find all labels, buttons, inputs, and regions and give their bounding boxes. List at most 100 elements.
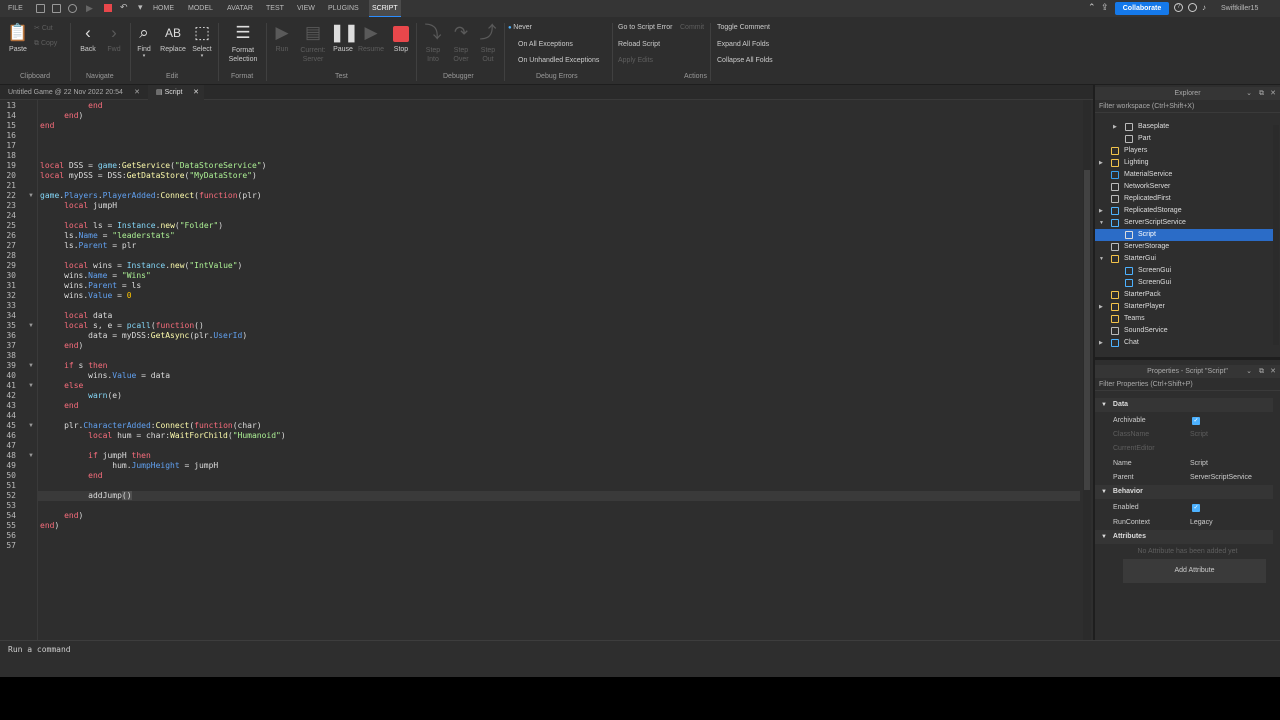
reload-script-button[interactable]: Reload Script — [618, 41, 660, 48]
explorer-item[interactable]: SoundService — [1095, 325, 1273, 337]
undo-arrow-icon[interactable]: ↶ — [120, 2, 128, 13]
expand-up-icon[interactable]: ⌃ — [1088, 2, 1096, 13]
close-icon[interactable]: ✕ — [1270, 365, 1276, 378]
explorer-item[interactable]: ▼ StarterGui — [1095, 253, 1273, 265]
prop-run-context[interactable]: RunContext Legacy — [1095, 516, 1273, 530]
run-button[interactable]: ▶ Run — [270, 23, 294, 53]
prop-parent[interactable]: Parent ServerScriptService — [1095, 471, 1273, 485]
command-input[interactable] — [8, 641, 1208, 658]
fold-arrow-icon[interactable]: ▼ — [28, 321, 34, 331]
properties-filter-input[interactable]: Filter Properties (Ctrl+Shift+P) — [1095, 379, 1280, 391]
apply-edits-button[interactable]: Apply Edits — [618, 57, 653, 64]
tab-untitled-game[interactable]: Untitled Game @ 22 Nov 2022 20:54 ✕ — [0, 85, 146, 100]
expand-arrow-icon[interactable]: ▶ — [1099, 205, 1103, 217]
commit-button[interactable]: Commit — [680, 24, 704, 31]
undo-icon[interactable] — [68, 4, 77, 13]
copy-button[interactable]: ⧉ Copy — [34, 40, 57, 48]
chevron-down-icon[interactable]: ⌄ — [1246, 87, 1252, 100]
notification-bell-icon[interactable]: ♪ — [1202, 3, 1206, 12]
forward-button[interactable]: › Fwd — [102, 23, 126, 53]
tab-script[interactable]: SCRIPT — [369, 0, 401, 17]
current-server-button[interactable]: ▤ Current: Server — [296, 23, 330, 64]
tab-home[interactable]: HOME — [153, 0, 174, 17]
user-icon[interactable] — [1188, 3, 1197, 12]
tab-script[interactable]: ▤ Script ✕ — [148, 85, 204, 100]
on-unhandled-exceptions-option[interactable]: On Unhandled Exceptions — [518, 57, 599, 64]
explorer-item[interactable]: ▶ Baseplate — [1095, 121, 1273, 133]
share-icon[interactable]: ⇪ — [1101, 2, 1109, 13]
expand-arrow-icon[interactable]: ▶ — [1099, 301, 1103, 313]
format-selection-button[interactable]: ☰ Format Selection — [222, 23, 264, 64]
collapse-arrow-icon[interactable]: ▼ — [1099, 253, 1104, 265]
tab-test[interactable]: TEST — [266, 0, 284, 17]
explorer-item[interactable]: ▶ Chat — [1095, 337, 1273, 349]
expand-arrow-icon[interactable]: ▶ — [1099, 157, 1103, 169]
publish-icon[interactable] — [52, 4, 61, 13]
fold-arrow-icon[interactable]: ▼ — [28, 451, 34, 461]
explorer-item[interactable]: Script — [1095, 229, 1273, 241]
play-icon[interactable]: ▶ — [86, 3, 93, 14]
collapse-all-folds-button[interactable]: Collapse All Folds — [717, 57, 773, 64]
on-all-exceptions-option[interactable]: On All Exceptions — [518, 41, 573, 48]
checkbox-checked-icon[interactable]: ✓ — [1192, 417, 1200, 425]
step-into-button[interactable]: ⤵ Step Into — [420, 23, 446, 64]
username[interactable]: Swiftkiller15 — [1221, 0, 1258, 17]
fold-arrow-icon[interactable]: ▼ — [28, 191, 34, 201]
resume-button[interactable]: ▶ Resume — [356, 23, 386, 53]
cut-button[interactable]: ✂ Cut — [34, 24, 53, 32]
category-behavior[interactable]: ▼ Behavior — [1095, 485, 1273, 499]
prop-name[interactable]: Name Script — [1095, 457, 1273, 471]
fold-arrow-icon[interactable]: ▼ — [28, 421, 34, 431]
go-to-script-error-button[interactable]: Go to Script Error — [618, 24, 672, 31]
explorer-item[interactable]: ScreenGui — [1095, 265, 1273, 277]
tab-model[interactable]: MODEL — [188, 0, 213, 17]
expand-arrow-icon[interactable]: ▶ — [1099, 337, 1103, 349]
explorer-item[interactable]: ServerStorage — [1095, 241, 1273, 253]
editor-scrollbar[interactable] — [1083, 100, 1091, 640]
explorer-item[interactable]: ▶ Lighting — [1095, 157, 1273, 169]
step-over-button[interactable]: ↷ Step Over — [448, 23, 474, 64]
explorer-item[interactable]: NetworkServer — [1095, 181, 1273, 193]
help-icon[interactable]: ? — [1174, 3, 1183, 12]
explorer-item[interactable]: ▶ ReplicatedStorage — [1095, 205, 1273, 217]
explorer-item[interactable]: Players — [1095, 145, 1273, 157]
tab-plugins[interactable]: PLUGINS — [328, 0, 359, 17]
collaborate-button[interactable]: Collaborate — [1115, 2, 1169, 15]
stop-icon[interactable] — [104, 4, 112, 12]
tab-view[interactable]: VIEW — [297, 0, 315, 17]
collapse-arrow-icon[interactable]: ▼ — [1099, 217, 1104, 229]
undock-icon[interactable]: ⧉ — [1259, 365, 1264, 378]
pause-button[interactable]: ❚❚ Pause — [330, 23, 359, 53]
close-icon[interactable]: ✕ — [193, 85, 199, 100]
back-button[interactable]: ‹ Back — [76, 23, 100, 53]
explorer-filter-input[interactable]: Filter workspace (Ctrl+Shift+X) — [1095, 101, 1280, 113]
find-button[interactable]: ⌕ Find ▾ — [133, 23, 155, 59]
explorer-item[interactable]: ReplicatedFirst — [1095, 193, 1273, 205]
explorer-scrollbar[interactable] — [1273, 125, 1279, 345]
undock-icon[interactable]: ⧉ — [1259, 87, 1264, 100]
expand-arrow-icon[interactable]: ▶ — [1113, 121, 1117, 133]
explorer-item[interactable]: ▼ ServerScriptService — [1095, 217, 1273, 229]
category-data[interactable]: ▼ Data — [1095, 398, 1273, 412]
explorer-item[interactable]: MaterialService — [1095, 169, 1273, 181]
close-icon[interactable]: ✕ — [1270, 87, 1276, 100]
step-out-button[interactable]: ⤴ Step Out — [475, 23, 501, 64]
checkbox-checked-icon[interactable]: ✓ — [1192, 504, 1200, 512]
explorer-item[interactable]: StarterPack — [1095, 289, 1273, 301]
explorer-item[interactable]: Teams — [1095, 313, 1273, 325]
chevron-down-icon[interactable]: ▾ — [138, 2, 143, 13]
fold-arrow-icon[interactable]: ▼ — [28, 361, 34, 371]
replace-button[interactable]: AB Replace — [158, 23, 188, 53]
explorer-item[interactable]: Part — [1095, 133, 1273, 145]
tab-avatar[interactable]: AVATAR — [227, 0, 253, 17]
save-icon[interactable] — [36, 4, 45, 13]
toggle-comment-button[interactable]: Toggle Comment — [717, 24, 770, 31]
expand-all-folds-button[interactable]: Expand All Folds — [717, 41, 769, 48]
category-attributes[interactable]: ▼ Attributes — [1095, 530, 1273, 544]
fold-arrow-icon[interactable]: ▼ — [28, 381, 34, 391]
close-icon[interactable]: ✕ — [134, 85, 140, 100]
select-button[interactable]: ⬚ Select ▾ — [190, 23, 214, 59]
paste-button[interactable]: 📋 Paste — [4, 23, 32, 53]
script-editor[interactable]: 13 14 15 16 17 18 19 20 21 22 23 24 25 26 27 28 29 30 31 32… — [0, 100, 1093, 640]
add-attribute-button[interactable]: Add Attribute — [1123, 559, 1266, 583]
